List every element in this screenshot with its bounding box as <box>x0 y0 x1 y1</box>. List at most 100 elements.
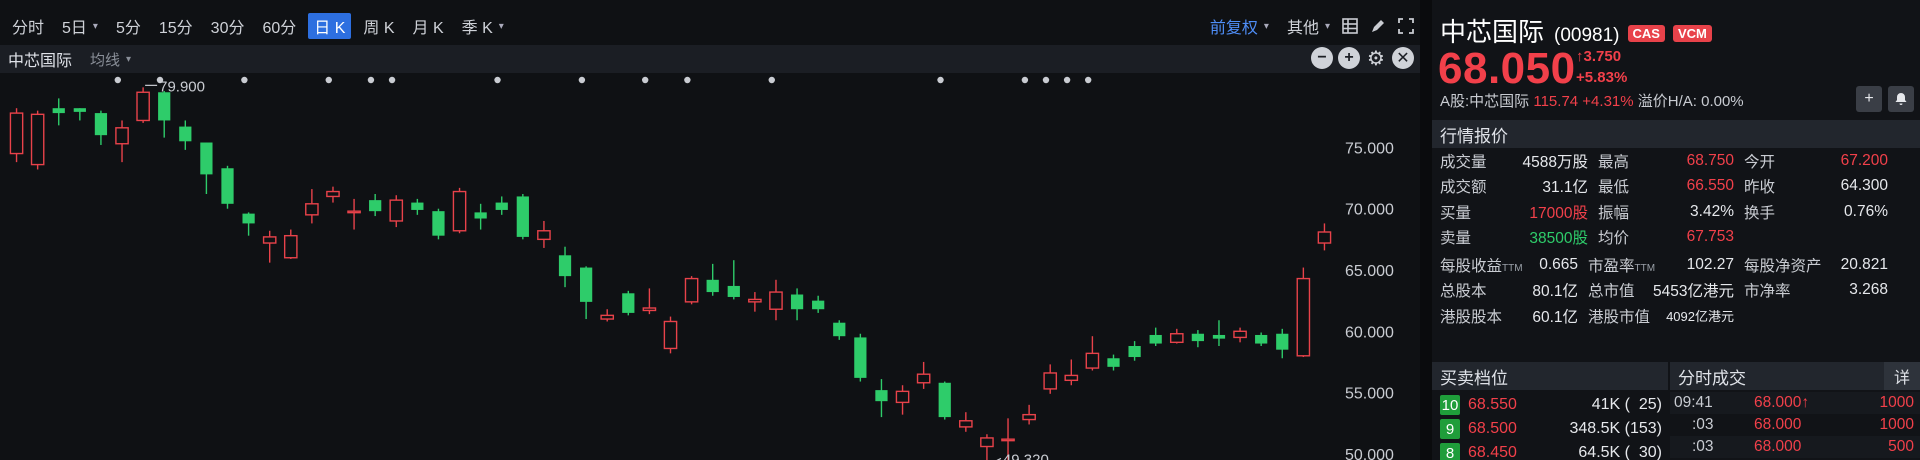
market-section-header: 行情报价 <box>1432 120 1920 148</box>
period-tab[interactable]: 60分 <box>256 13 302 39</box>
trade-volume: 500 <box>1888 438 1914 455</box>
bell-icon[interactable] <box>1888 86 1914 112</box>
period-tab[interactable]: 5日 ▾ <box>56 13 104 39</box>
add-watchlist-button[interactable]: + <box>1856 86 1882 112</box>
candle-body <box>94 113 108 136</box>
stat-label-text: 昨收 <box>1744 179 1776 197</box>
order-price: 68.550 <box>1468 396 1517 413</box>
order-volume: 348.5K (153) <box>1569 420 1662 437</box>
zoom-in-button[interactable]: + <box>1338 47 1360 69</box>
zoom-out-button[interactable]: − <box>1311 47 1333 69</box>
event-dot <box>578 76 586 84</box>
candle-body <box>980 437 994 448</box>
stat-label: 最高 <box>1588 150 1658 172</box>
stat-value: 102.27 <box>1686 255 1734 273</box>
period-tab[interactable]: 5分 <box>110 13 147 39</box>
period-tab[interactable]: 月 K <box>407 13 450 39</box>
level-badge: 10 <box>1440 395 1460 415</box>
period-tab[interactable]: 季 K ▾ <box>456 13 510 39</box>
candle-body <box>1107 358 1120 367</box>
candle-body <box>411 202 424 210</box>
order-price: 68.500 <box>1468 420 1517 437</box>
grid-icon[interactable] <box>1336 13 1364 39</box>
ma-label: 均线 <box>90 51 121 69</box>
candle-body <box>158 92 171 121</box>
event-dot <box>768 76 775 84</box>
last-price: 68.050 <box>1438 44 1576 93</box>
stat-label: 每股收益TTM <box>1432 254 1523 276</box>
candle-body <box>516 196 529 237</box>
order-book-row[interactable]: 9 68.500 348.5K (153) <box>1432 416 1668 442</box>
stat-value: 20.821 <box>1840 255 1888 273</box>
tick-trade-row: :03 68.000 500 <box>1670 436 1920 458</box>
chart-subbar: 中芯国际 均线 ▾ − + ⚙ ✕ <box>0 45 1420 73</box>
period-tab-label: 周 K <box>363 20 395 37</box>
stat-value: 67.200 <box>1840 151 1888 169</box>
close-icon[interactable]: ✕ <box>1392 47 1414 69</box>
period-tab[interactable]: 周 K <box>357 13 400 39</box>
stat-value: 17000股 <box>1529 204 1588 222</box>
candle-body <box>812 300 825 310</box>
stat-value: 4092亿港元 <box>1666 309 1734 325</box>
candle-body <box>242 213 255 224</box>
stat-row: 买量 17000股 振幅 3.42% 换手 0.76% <box>1432 199 1920 225</box>
order-price: 68.450 <box>1468 444 1517 460</box>
stat-label-text: 成交量 <box>1440 153 1487 171</box>
tick-trades-header: 分时成交 <box>1670 362 1920 390</box>
adjust-dropdown[interactable]: 前复权 ▾ <box>1204 13 1275 39</box>
order-book-row[interactable]: 8 68.450 64.5K ( 30) <box>1432 440 1668 460</box>
event-dot <box>388 76 396 84</box>
candle-body <box>600 314 615 320</box>
period-tab-label: 5日 <box>62 20 87 37</box>
period-tab[interactable]: 日 K <box>308 13 352 39</box>
period-tab[interactable]: 30分 <box>205 13 251 39</box>
level-badge: 8 <box>1440 443 1460 460</box>
stat-label: 今开 <box>1734 150 1826 172</box>
event-dot <box>1063 76 1071 84</box>
ma-dropdown[interactable]: 均线 ▾ <box>90 49 131 70</box>
stat-label-text: 总股本 <box>1440 283 1487 301</box>
period-tab[interactable]: 15分 <box>153 13 199 39</box>
candle-body <box>1191 333 1204 342</box>
period-tab[interactable]: 分时 <box>6 13 50 39</box>
pen-icon[interactable] <box>1364 13 1392 39</box>
a-share-line: A股:中芯国际 115.74 +4.31% 溢价H/A: 0.00% <box>1440 90 1744 111</box>
chevron-down-icon: ▾ <box>1263 20 1269 32</box>
stat-label-text: 市净率 <box>1744 283 1791 301</box>
candle-body <box>642 307 657 312</box>
candle-body <box>369 200 382 212</box>
other-label: 其他 <box>1286 20 1319 37</box>
candle-body <box>558 255 572 277</box>
candle-body <box>52 108 65 114</box>
stat-row: 成交额 31.1亿 最低 66.550 昨收 64.300 <box>1432 174 1920 200</box>
candle-body <box>389 199 404 222</box>
candle-body <box>305 203 319 216</box>
order-book-row[interactable]: 10 68.550 41K ( 25) <box>1432 392 1668 418</box>
y-tick-label: 70.000 <box>1345 202 1394 219</box>
fullscreen-icon[interactable] <box>1392 13 1420 39</box>
period-tab-label: 分时 <box>12 20 45 37</box>
candle-body <box>769 291 783 310</box>
candle-body <box>580 267 593 302</box>
quote-pane: 中芯国际 (00981) CAS VCM 68.050 ↑3.750 +5.83… <box>1432 0 1920 460</box>
stat-label: 换手 <box>1734 201 1826 223</box>
stat-label: 最低 <box>1588 175 1658 197</box>
detail-button[interactable]: 详 <box>1884 362 1920 390</box>
min-price-label: 49.320 <box>1003 451 1049 460</box>
candle-body <box>136 91 150 122</box>
stat-value: 60.1亿 <box>1532 308 1578 326</box>
candlestick-chart[interactable]: 75.000 70.000 65.000 60.000 55.000 50.000 79.9… <box>0 74 1420 460</box>
other-dropdown[interactable]: 其他 ▾ <box>1281 13 1336 39</box>
a-share-price: 115.74 <box>1533 93 1579 110</box>
stat-label-text: 每股净资产 <box>1744 257 1822 275</box>
order-volume: 64.5K ( 30) <box>1578 444 1662 460</box>
fundamentals-grid: 每股收益TTM 0.665 市盈率TTM 102.27 每股净资产 20.821 总股本 80… <box>1432 252 1920 329</box>
candle-body <box>537 230 551 241</box>
period-tab-label: 30分 <box>210 20 245 37</box>
stat-label-text: 振幅 <box>1598 204 1630 222</box>
stat-label-text: 买量 <box>1440 204 1472 222</box>
settings-gear-icon[interactable]: ⚙ <box>1365 47 1387 70</box>
pane-divider[interactable] <box>1420 0 1432 460</box>
candle-body <box>790 294 804 310</box>
stat-label-text: 港股市值 <box>1588 308 1651 326</box>
